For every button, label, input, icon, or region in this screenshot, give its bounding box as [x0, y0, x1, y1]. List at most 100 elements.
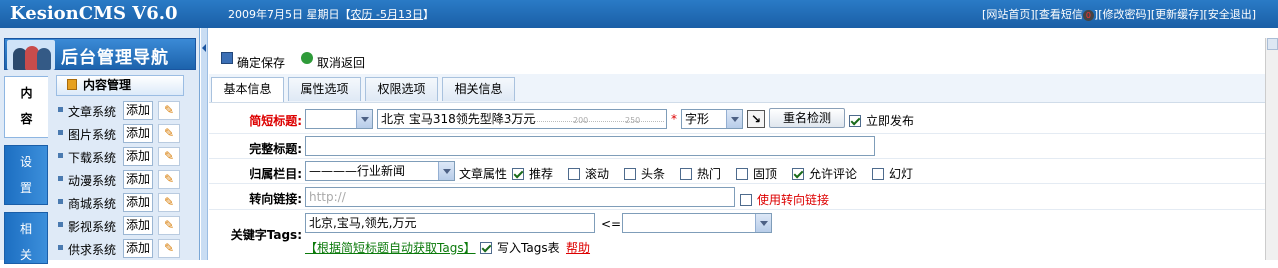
attr-allow-comments-checkbox[interactable]: 允许评论	[792, 165, 857, 182]
dropdown-arrow-icon	[755, 214, 771, 232]
edit-pencil-icon[interactable]: ✎	[158, 124, 180, 143]
menu-item-label[interactable]: 供求系统	[68, 241, 116, 258]
menu-item-video: 影视系统 添加 ✎	[56, 215, 186, 236]
edit-pencil-icon[interactable]: ✎	[158, 101, 180, 120]
tab-basic-info[interactable]: 基本信息	[211, 77, 284, 102]
font-style-select[interactable]: 字形	[681, 109, 743, 129]
short-title-input[interactable]: 北京 宝马318领先型降3万元 200 250	[377, 109, 667, 129]
dropdown-arrow-icon	[356, 110, 372, 128]
attr-headline-checkbox[interactable]: 头条	[624, 165, 665, 182]
add-button[interactable]: 添加	[123, 124, 153, 143]
top-links: [网站首页][查看短信 0][修改密码][更新缓存][安全退出]	[982, 6, 1256, 22]
bullet-icon	[58, 222, 63, 227]
add-button[interactable]: 添加	[123, 170, 153, 189]
title-prefix-select[interactable]	[305, 109, 373, 129]
menu-item-label[interactable]: 动漫系统	[68, 172, 116, 189]
short-title-label: 简短标题:	[249, 114, 302, 128]
message-count-badge: 0	[1082, 9, 1094, 21]
help-link[interactable]: 帮助	[566, 239, 590, 256]
redirect-row: 转向链接: http:// 使用转向链接	[209, 184, 1265, 210]
required-mark: *	[671, 112, 677, 126]
article-form: 简短标题: 北京 宝马318领先型降3万元 200 250 * 字形 ↘ 重名检测…	[209, 102, 1265, 262]
redirect-url-input[interactable]: http://	[305, 187, 735, 207]
write-tags-checkbox[interactable]: 写入Tags表	[480, 239, 560, 256]
vtab-related[interactable]: 相关	[4, 212, 48, 264]
vtab-content[interactable]: 内容	[4, 76, 48, 138]
view-messages-link[interactable]: [查看短信 0]	[1035, 8, 1099, 21]
edit-pencil-icon[interactable]: ✎	[158, 147, 180, 166]
color-picker-icon[interactable]: ↘	[747, 110, 765, 128]
vertical-scrollbar[interactable]	[1265, 38, 1278, 260]
menu-item-label[interactable]: 影视系统	[68, 218, 116, 235]
add-button[interactable]: 添加	[123, 193, 153, 212]
auto-get-tags-link[interactable]: 【根据简短标题自动获取Tags】	[305, 239, 476, 256]
tab-related-info[interactable]: 相关信息	[442, 77, 515, 101]
full-title-input[interactable]	[305, 136, 875, 156]
dropdown-arrow-icon	[726, 110, 742, 128]
menu-item-label[interactable]: 图片系统	[68, 126, 116, 143]
edit-pencil-icon[interactable]: ✎	[158, 170, 180, 189]
dropdown-arrow-icon	[438, 162, 454, 180]
vtab-settings[interactable]: 设置	[4, 145, 48, 205]
site-home-link[interactable]: [网站首页]	[982, 8, 1035, 21]
bullet-icon	[58, 176, 63, 181]
short-title-row: 简短标题: 北京 宝马318领先型降3万元 200 250 * 字形 ↘ 重名检测…	[209, 103, 1265, 134]
menu-item-download: 下载系统 添加 ✎	[56, 146, 186, 167]
attr-pinned-checkbox[interactable]: 固顶	[736, 165, 777, 182]
edit-pencil-icon[interactable]: ✎	[158, 193, 180, 212]
menu-item-picture: 图片系统 添加 ✎	[56, 123, 186, 144]
collapse-arrow-icon	[202, 44, 206, 52]
tags-select[interactable]	[622, 213, 772, 233]
menu-item-article: 文章系统 添加 ✎	[56, 100, 186, 121]
add-button[interactable]: 添加	[123, 216, 153, 235]
category-select[interactable]: ————行业新闻	[305, 161, 455, 181]
menu-item-shop: 商城系统 添加 ✎	[56, 192, 186, 213]
checkbox-checked	[849, 115, 861, 127]
add-button[interactable]: 添加	[123, 101, 153, 120]
article-attributes-label: 文章属性	[459, 167, 508, 181]
bullet-icon	[58, 130, 63, 135]
sidebar-collapse-handle[interactable]	[201, 28, 208, 260]
scroll-up-icon[interactable]	[1267, 38, 1278, 50]
update-cache-link[interactable]: [更新缓存]	[1151, 8, 1204, 21]
attr-scroll-checkbox[interactable]: 滚动	[568, 165, 609, 182]
change-password-link[interactable]: [修改密码]	[1098, 8, 1151, 21]
check-duplicate-button[interactable]: 重名检测	[769, 108, 845, 128]
bullet-icon	[58, 245, 63, 250]
edit-pencil-icon[interactable]: ✎	[158, 239, 180, 258]
tab-permissions[interactable]: 权限选项	[365, 77, 438, 101]
length-ruler: 200 250	[478, 116, 664, 127]
sidebar-header: 后台管理导航	[4, 38, 196, 70]
date-display: 2009年7月5日 星期日【农历 -5月13日】	[228, 8, 434, 21]
save-button[interactable]: 确定保存	[221, 51, 285, 70]
menu-item-label[interactable]: 商城系统	[68, 195, 116, 212]
use-redirect-checkbox[interactable]: 使用转向链接	[740, 191, 829, 208]
keywords-row: 关键字Tags: 北京,宝马,领先,万元 <= 【根据简短标题自动获取Tags】…	[209, 210, 1265, 258]
tab-attributes[interactable]: 属性选项	[288, 77, 361, 101]
redirect-label: 转向链接:	[249, 192, 302, 206]
attr-hot-checkbox[interactable]: 热门	[680, 165, 721, 182]
sidebar-title: 后台管理导航	[61, 48, 169, 68]
content-section-header[interactable]: 内容管理	[56, 75, 184, 96]
publish-now-checkbox[interactable]: 立即发布	[849, 112, 914, 129]
category-row: 归属栏目: ————行业新闻 文章属性 推荐 滚动 头条 热门 固顶 允许评论 …	[209, 159, 1265, 184]
add-button[interactable]: 添加	[123, 239, 153, 258]
bullet-icon	[58, 153, 63, 158]
save-icon	[221, 52, 233, 64]
attr-recommend-checkbox[interactable]: 推荐	[512, 165, 553, 182]
menu-item-label[interactable]: 文章系统	[68, 103, 116, 120]
cancel-button[interactable]: 取消返回	[301, 51, 365, 70]
lunar-date-link[interactable]: 农历 -5月13日	[351, 8, 423, 21]
tab-bar: 基本信息 属性选项 权限选项 相关信息	[209, 74, 1265, 102]
sidebar: 后台管理导航 内容 设置 相关 内容管理 文章系统 添加 ✎ 图片系统 添加 ✎…	[0, 28, 200, 264]
menu-item-label[interactable]: 下载系统	[68, 149, 116, 166]
menu-item-anime: 动漫系统 添加 ✎	[56, 169, 186, 190]
edit-pencil-icon[interactable]: ✎	[158, 216, 180, 235]
full-title-label: 完整标题:	[249, 142, 302, 156]
logout-link[interactable]: [安全退出]	[1203, 8, 1256, 21]
attr-slideshow-checkbox[interactable]: 幻灯	[872, 165, 913, 182]
add-button[interactable]: 添加	[123, 147, 153, 166]
keywords-input[interactable]: 北京,宝马,领先,万元	[305, 213, 595, 233]
category-label: 归属栏目:	[249, 167, 302, 181]
full-title-row: 完整标题:	[209, 134, 1265, 159]
